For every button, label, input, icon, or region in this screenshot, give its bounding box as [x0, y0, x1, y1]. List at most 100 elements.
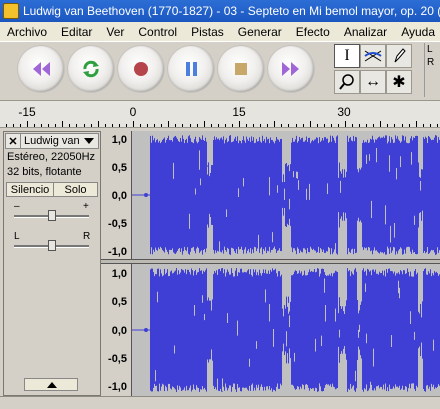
track-name-menu[interactable]: Ludwig van — [21, 135, 84, 147]
waveform-right-graphic — [132, 268, 440, 396]
menu-ver[interactable]: Ver — [99, 25, 131, 39]
title-bar: Ludwig van Beethoven (1770-1827) - 03 - … — [0, 0, 440, 22]
ruler-tick — [133, 121, 134, 127]
ruler-tick — [20, 124, 21, 127]
ruler-tick — [324, 124, 325, 127]
ruler-tick — [27, 121, 28, 127]
amp-label: 0,0 — [111, 325, 127, 337]
pan-right-label: R — [83, 231, 91, 242]
ruler-tick — [190, 124, 191, 127]
ruler-tick — [55, 124, 56, 127]
ruler-tick — [140, 124, 141, 127]
record-button[interactable] — [118, 46, 164, 92]
loop-icon — [83, 60, 99, 78]
menu-efecto[interactable]: Efecto — [289, 25, 337, 39]
menu-pistas[interactable]: Pistas — [184, 25, 231, 39]
pause-icon — [186, 62, 197, 76]
waveform-right-channel[interactable] — [132, 264, 440, 396]
ruler-tick — [331, 124, 332, 127]
ruler-tick — [267, 124, 268, 127]
waveform-left-channel[interactable] — [132, 131, 440, 259]
ruler-tick — [147, 124, 148, 127]
ruler-tick — [253, 124, 254, 127]
timeshift-tool[interactable]: ↔ — [360, 70, 386, 94]
ruler-tick — [296, 124, 297, 127]
amp-label: 0,5 — [111, 296, 127, 308]
zoom-tool[interactable] — [334, 70, 360, 94]
envelope-tool[interactable] — [360, 44, 386, 68]
pan-slider[interactable] — [47, 240, 56, 251]
menu-editar[interactable]: Editar — [54, 25, 99, 39]
audacity-app-icon — [3, 3, 19, 19]
close-track-icon[interactable]: ✕ — [6, 134, 21, 148]
stop-icon — [235, 63, 247, 75]
ruler-tick — [310, 121, 311, 127]
ruler-tick — [6, 124, 7, 127]
menu-ayuda[interactable]: Ayuda — [394, 25, 440, 39]
track-header: ✕ Ludwig van — [5, 133, 99, 149]
menu-archivo[interactable]: Archivo — [0, 25, 54, 39]
skip-start-button[interactable] — [18, 46, 64, 92]
loop-play-button[interactable] — [68, 46, 114, 92]
envelope-icon — [364, 50, 382, 62]
mute-button[interactable]: Silencio — [6, 182, 54, 197]
gain-plus-label: + — [83, 201, 89, 212]
record-icon — [134, 62, 148, 76]
collapse-track-button[interactable] — [24, 378, 78, 391]
skip-end-button[interactable] — [268, 46, 314, 92]
ruler-tick — [34, 124, 35, 127]
double-arrow-icon: ↔ — [365, 73, 381, 90]
gain-minus-label: – — [14, 201, 20, 212]
amplitude-ruler-right: 1,0 0,5 0,0 -0,5 -1,0 — [101, 264, 132, 396]
meter-left-label: L — [427, 44, 433, 55]
tools-toolbar: I ↔ ✱ — [330, 43, 420, 97]
meter-right-label: R — [427, 57, 435, 68]
ruler-tick — [105, 124, 106, 127]
ruler-tick — [437, 124, 438, 127]
amplitude-ruler-left: 1,0 0,5 0,0 -0,5 -1,0 — [101, 131, 132, 259]
menu-control[interactable]: Control — [131, 25, 184, 39]
ruler-tick — [218, 124, 219, 127]
ruler-tick — [154, 124, 155, 127]
pan-left-label: L — [14, 231, 20, 242]
ruler-tick — [288, 124, 289, 127]
magnifier-icon — [339, 74, 354, 90]
pencil-icon — [394, 48, 406, 63]
ruler-tick — [161, 124, 162, 127]
ruler-tick — [211, 124, 212, 127]
ruler-tick — [359, 124, 360, 127]
ruler-tick — [84, 124, 85, 127]
ruler-tick — [69, 124, 70, 127]
ruler-tick — [317, 124, 318, 127]
multi-tool[interactable]: ✱ — [386, 70, 412, 94]
solo-button[interactable]: Solo — [53, 182, 98, 197]
ruler-tick — [76, 124, 77, 127]
ruler-tick — [204, 121, 205, 127]
ruler-tick — [112, 124, 113, 127]
track-control-panel: ✕ Ludwig van Estéreo, 22050Hz 32 bits, f… — [3, 131, 101, 396]
amp-label: -0,5 — [108, 218, 127, 230]
amp-label: -1,0 — [108, 381, 127, 393]
selection-tool[interactable]: I — [334, 44, 360, 68]
track-menu-arrow-icon[interactable] — [84, 138, 94, 144]
ruler-tick — [373, 124, 374, 127]
amp-label: 0,5 — [111, 162, 127, 174]
meter-toolbar[interactable]: L R — [424, 43, 440, 97]
ruler-tick — [91, 124, 92, 127]
menu-generar[interactable]: Generar — [231, 25, 289, 39]
pause-button[interactable] — [168, 46, 214, 92]
window-title: Ludwig van Beethoven (1770-1827) - 03 - … — [22, 4, 440, 18]
ruler-tick — [423, 124, 424, 127]
draw-tool[interactable] — [386, 44, 412, 68]
timeline-ruler[interactable]: -15 0 15 30 — [0, 100, 440, 128]
skip-to-start-icon — [33, 62, 50, 76]
gain-slider[interactable] — [47, 210, 56, 221]
amp-label: 0,0 — [111, 190, 127, 202]
stop-button[interactable] — [218, 46, 264, 92]
ruler-tick — [345, 121, 346, 127]
ruler-tick — [239, 121, 240, 127]
ruler-label: 15 — [232, 105, 246, 119]
menu-analizar[interactable]: Analizar — [337, 25, 394, 39]
ruler-label: 30 — [337, 105, 351, 119]
ruler-tick — [182, 124, 183, 127]
